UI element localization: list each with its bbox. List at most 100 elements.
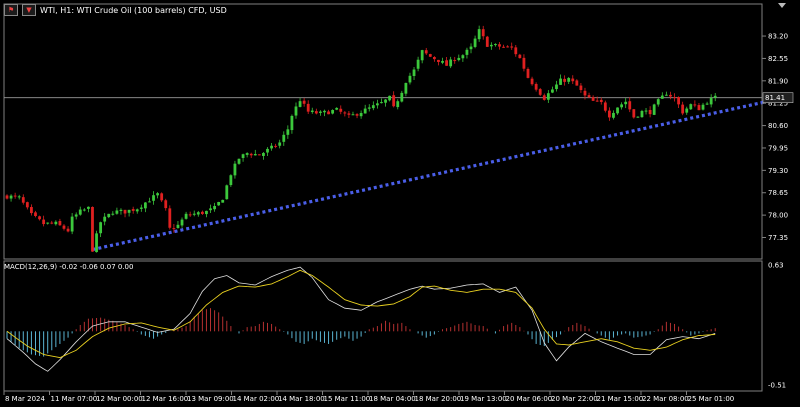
candle-body bbox=[632, 109, 636, 118]
candle-body bbox=[367, 107, 371, 109]
candle-body bbox=[306, 103, 310, 112]
candle-body bbox=[95, 233, 98, 253]
candle-body bbox=[213, 206, 216, 210]
candles-icon[interactable]: ▼ bbox=[22, 4, 36, 16]
candle-body bbox=[127, 209, 131, 213]
flag-icon[interactable]: ⚑ bbox=[4, 4, 18, 16]
time-tick-label: 22 Mar 08:00 bbox=[642, 395, 689, 403]
candle-body bbox=[46, 222, 50, 224]
candle-body bbox=[489, 44, 493, 47]
candle-body bbox=[595, 100, 599, 102]
candle-body bbox=[485, 36, 489, 47]
candle-body bbox=[591, 97, 595, 101]
candle-body bbox=[245, 153, 249, 155]
price-tick-label: 78.00 bbox=[768, 212, 788, 220]
candle-body bbox=[209, 208, 212, 211]
candle-body bbox=[551, 89, 554, 93]
candle-body bbox=[70, 216, 74, 232]
candle-body bbox=[278, 142, 282, 146]
price-tick-label: 79.30 bbox=[768, 167, 788, 175]
candle-body bbox=[25, 202, 29, 208]
candle-body bbox=[461, 55, 465, 59]
time-tick-label: 8 Mar 2024 bbox=[5, 395, 45, 403]
candle-body bbox=[664, 94, 668, 96]
candle-body bbox=[160, 193, 164, 201]
candle-body bbox=[172, 228, 176, 230]
candle-body bbox=[196, 212, 200, 215]
candle-body bbox=[388, 95, 392, 101]
candle-body bbox=[380, 102, 383, 104]
candle-body bbox=[571, 78, 575, 82]
candle-body bbox=[38, 216, 41, 220]
price-tick-label: 81.90 bbox=[768, 77, 788, 85]
candle-body bbox=[111, 213, 115, 215]
candle-body bbox=[270, 145, 273, 149]
candle-body bbox=[343, 112, 347, 114]
candle-body bbox=[587, 95, 591, 98]
candle-body bbox=[603, 102, 607, 111]
time-tick-label: 13 Mar 09:00 bbox=[187, 395, 234, 403]
candle-body bbox=[445, 60, 448, 66]
candle-body bbox=[437, 59, 440, 62]
candle-body bbox=[99, 222, 103, 234]
candle-body bbox=[5, 195, 9, 199]
price-tick-label: 79.95 bbox=[768, 144, 788, 152]
candle-body bbox=[640, 111, 644, 118]
candle-body bbox=[233, 163, 237, 176]
candle-body bbox=[156, 193, 159, 196]
candle-body bbox=[701, 104, 705, 110]
candle-body bbox=[709, 97, 713, 105]
time-tick-label: 18 Mar 04:00 bbox=[369, 395, 416, 403]
candle-body bbox=[526, 68, 530, 78]
time-tick-label: 12 Mar 00:00 bbox=[96, 395, 143, 403]
candle-body bbox=[58, 221, 62, 226]
candle-body bbox=[693, 104, 697, 106]
price-tick-label: 83.20 bbox=[768, 33, 788, 41]
candle-body bbox=[375, 103, 379, 106]
candle-body bbox=[54, 221, 58, 225]
candle-body bbox=[282, 134, 286, 142]
candle-body bbox=[152, 195, 155, 201]
candle-body bbox=[384, 99, 387, 103]
candle-body bbox=[192, 213, 196, 215]
candle-body bbox=[449, 59, 453, 67]
candle-body bbox=[82, 209, 86, 211]
candle-body bbox=[13, 195, 17, 197]
candle-body bbox=[290, 115, 294, 131]
candle-body bbox=[266, 148, 269, 153]
time-tick-label: 21 Mar 15:00 bbox=[597, 395, 644, 403]
candle-body bbox=[217, 201, 221, 206]
candle-body bbox=[583, 90, 587, 96]
candle-body bbox=[310, 110, 314, 113]
price-tick-label: 77.35 bbox=[768, 234, 788, 242]
time-tick-label: 19 Mar 13:00 bbox=[460, 395, 507, 403]
candle-body bbox=[355, 114, 359, 116]
candle-body bbox=[262, 152, 265, 156]
candle-body bbox=[652, 104, 656, 115]
candle-body bbox=[681, 104, 685, 114]
candle-body bbox=[599, 99, 603, 103]
candle-body bbox=[131, 209, 135, 211]
candle-body bbox=[412, 69, 416, 77]
candle-body bbox=[241, 154, 245, 158]
trading-chart[interactable]: 83.2082.5581.9081.2580.6079.9579.3078.65… bbox=[0, 0, 800, 407]
candle-body bbox=[347, 113, 351, 115]
candle-body bbox=[404, 82, 408, 94]
candle-body bbox=[229, 175, 233, 186]
candle-body bbox=[400, 92, 404, 102]
candle-body bbox=[555, 84, 558, 90]
time-tick-label: 20 Mar 22:00 bbox=[551, 395, 598, 403]
candle-body bbox=[648, 109, 652, 115]
candle-body bbox=[91, 206, 94, 252]
candle-body bbox=[253, 154, 257, 156]
time-tick-label: 11 Mar 07:00 bbox=[51, 395, 98, 403]
time-tick-label: 14 Mar 18:00 bbox=[278, 395, 325, 403]
candle-body bbox=[685, 108, 689, 113]
candle-body bbox=[612, 112, 615, 118]
candle-body bbox=[636, 116, 640, 118]
candle-body bbox=[432, 57, 436, 60]
macd-tick-label: -0.51 bbox=[768, 382, 786, 390]
candle-body bbox=[103, 216, 107, 222]
collapse-arrow-icon[interactable] bbox=[778, 3, 786, 8]
candle-body bbox=[522, 57, 526, 69]
